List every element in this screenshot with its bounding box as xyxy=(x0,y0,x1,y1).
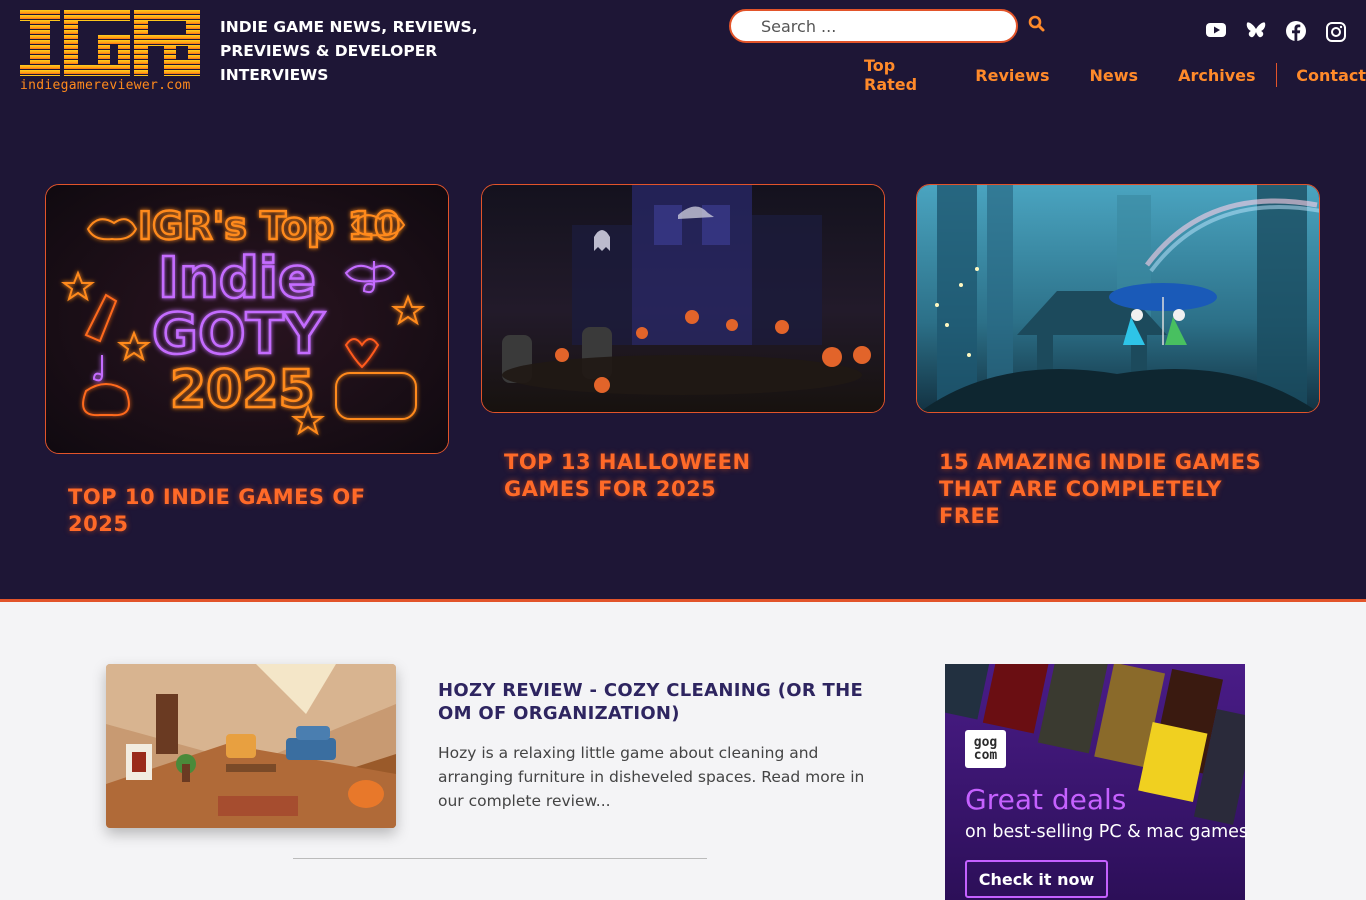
article-excerpt: Hozy is a relaxing little game about cle… xyxy=(438,744,865,810)
svg-text:2025: 2025 xyxy=(170,360,315,420)
nav-news[interactable]: News xyxy=(1090,66,1139,85)
logo-letter-i xyxy=(20,10,60,76)
feature-title-halloween[interactable]: TOP 13 HALLOWEEN GAMES FOR 2025 xyxy=(504,449,834,503)
logo-letter-g xyxy=(64,10,130,76)
ad-cta-button[interactable]: Check it now xyxy=(965,860,1108,898)
feature-title-goty[interactable]: TOP 10 INDIE GAMES OF 2025 xyxy=(68,484,428,538)
logo-url: indiegamereviewer.com xyxy=(20,78,191,93)
search-icon[interactable] xyxy=(1027,14,1047,34)
halloween-image xyxy=(482,185,884,412)
feature-card-free-games[interactable] xyxy=(916,184,1320,413)
nav-archives[interactable]: Archives xyxy=(1178,66,1255,85)
nav-contact[interactable]: Contact xyxy=(1296,66,1366,85)
nav-top-rated[interactable]: Top Rated xyxy=(864,56,935,94)
article-title[interactable]: HOZY REVIEW - COZY CLEANING (OR THE OM O… xyxy=(438,679,878,725)
site-tagline: INDIE GAME NEWS, REVIEWS, PREVIEWS & DEV… xyxy=(220,18,478,84)
main-nav: Top Rated Reviews News Archives Contact xyxy=(864,56,1366,94)
svg-text:IGR's Top 10: IGR's Top 10 xyxy=(138,204,400,248)
logo-letter-r xyxy=(134,10,200,76)
feature-title-free-games[interactable]: 15 AMAZING INDIE GAMES THAT ARE COMPLETE… xyxy=(939,449,1289,530)
logo-wordmark xyxy=(20,10,200,76)
feature-card-halloween[interactable] xyxy=(481,184,885,413)
svg-text:GOTY: GOTY xyxy=(152,302,326,367)
search-input[interactable] xyxy=(761,16,991,36)
facebook-icon[interactable] xyxy=(1285,20,1307,42)
hozy-image xyxy=(106,664,396,828)
goty-image: IGR's Top 10 Indie GOTY 2025 xyxy=(46,185,448,453)
nav-divider xyxy=(1275,63,1277,87)
ad-subheadline: on best-selling PC & mac games xyxy=(965,822,1249,842)
bluesky-icon[interactable] xyxy=(1245,19,1267,41)
site-logo[interactable]: indiegamereviewer.com xyxy=(20,10,200,94)
article-divider xyxy=(293,858,707,859)
nav-reviews[interactable]: Reviews xyxy=(975,66,1049,85)
instagram-icon[interactable] xyxy=(1325,21,1347,43)
article-thumbnail[interactable] xyxy=(106,664,396,828)
feature-card-goty[interactable]: IGR's Top 10 Indie GOTY 2025 xyxy=(45,184,449,454)
search-box xyxy=(729,9,1018,43)
gog-logo: gog com xyxy=(965,730,1006,768)
youtube-icon[interactable] xyxy=(1205,19,1227,41)
ad-headline: Great deals xyxy=(965,783,1127,816)
free-games-image xyxy=(917,185,1319,412)
